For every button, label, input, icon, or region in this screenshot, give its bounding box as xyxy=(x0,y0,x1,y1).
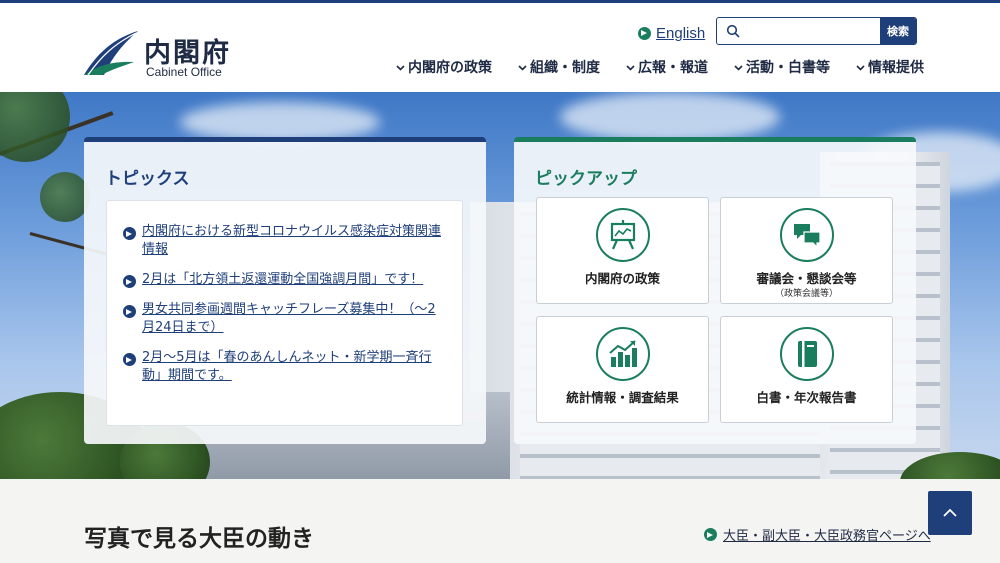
chevron-down-icon xyxy=(734,64,743,71)
bar-chart-icon xyxy=(596,327,650,381)
nav-item-information[interactable]: 情報提供 xyxy=(856,55,924,79)
nav-item-activities[interactable]: 活動・白書等 xyxy=(734,55,830,79)
pickup-panel: ピックアップ 内閣府の政策 審議会・懇談会等 （政策会議等） 統計情報・調査結果… xyxy=(514,137,916,444)
topic-link[interactable]: 2月～5月は「春のあんしんネット・新学期一斉行動」期間です。 xyxy=(142,349,446,385)
pickup-title: ピックアップ xyxy=(535,169,637,189)
global-nav: 内閣府の政策 組織・制度 広報・報道 活動・白書等 情報提供 xyxy=(396,55,924,79)
tile-label: 白書・年次報告書 xyxy=(756,390,857,405)
logo-english-text: Cabinet Office xyxy=(146,65,222,79)
cloud xyxy=(560,92,780,142)
site-search: 検索 xyxy=(716,17,917,45)
arrow-circle-icon xyxy=(123,227,136,240)
chevron-up-icon xyxy=(943,508,957,517)
topics-list: 内閣府における新型コロナウイルス感染症対策関連情報 2月は「北方領土返還運動全国… xyxy=(106,200,463,426)
topic-item[interactable]: 2月～5月は「春のあんしんネット・新学期一斉行動」期間です。 xyxy=(123,349,446,385)
nav-item-label: 活動・白書等 xyxy=(746,60,830,76)
search-button[interactable]: 検索 xyxy=(880,18,916,44)
chevron-down-icon xyxy=(396,64,405,71)
nav-item-label: 内閣府の政策 xyxy=(408,60,492,76)
chevron-down-icon xyxy=(626,64,635,71)
search-input[interactable] xyxy=(747,18,881,44)
english-link-label: English xyxy=(656,24,706,42)
tile-sublabel: （政策会議等） xyxy=(774,289,838,299)
book-icon xyxy=(780,327,834,381)
pickup-tile-policy[interactable]: 内閣府の政策 xyxy=(536,197,709,304)
back-to-top-button[interactable] xyxy=(928,491,972,535)
section-title: 写真で見る大臣の動き xyxy=(84,526,314,552)
nav-item-organization[interactable]: 組織・制度 xyxy=(518,55,600,79)
topic-link[interactable]: 2月は「北方領土返還運動全国強調月間」です！ xyxy=(142,271,423,289)
topic-link[interactable]: 内閣府における新型コロナウイルス感染症対策関連情報 xyxy=(142,223,446,259)
search-icon xyxy=(726,24,740,38)
pickup-tile-councils[interactable]: 審議会・懇談会等 （政策会議等） xyxy=(720,197,893,304)
pickup-tile-statistics[interactable]: 統計情報・調査結果 xyxy=(536,316,709,423)
tree-foliage xyxy=(40,172,90,222)
tile-label: 統計情報・調査結果 xyxy=(566,390,679,405)
topic-item[interactable]: 内閣府における新型コロナウイルス感染症対策関連情報 xyxy=(123,223,446,259)
tree-foliage xyxy=(0,92,70,162)
english-link[interactable]: English xyxy=(638,23,705,43)
arrow-circle-icon xyxy=(638,26,651,40)
minister-page-link[interactable]: 大臣・副大臣・大臣政務官ページへ xyxy=(704,525,931,544)
site-logo[interactable]: 内閣府 Cabinet Office xyxy=(82,29,242,81)
cloud xyxy=(180,102,380,142)
nav-item-policy[interactable]: 内閣府の政策 xyxy=(396,55,492,79)
chevron-down-icon xyxy=(518,64,527,71)
pickup-tile-white-papers[interactable]: 白書・年次報告書 xyxy=(720,316,893,423)
site-header: 内閣府 Cabinet Office English 検索 内閣府の政策 組織・… xyxy=(0,3,1000,92)
nav-item-label: 情報提供 xyxy=(868,60,924,76)
minister-photos-section: 写真で見る大臣の動き 大臣・副大臣・大臣政務官ページへ xyxy=(0,479,1000,563)
topics-title: トピックス xyxy=(105,169,190,189)
minister-link-label: 大臣・副大臣・大臣政務官ページへ xyxy=(723,529,931,544)
arrow-circle-icon xyxy=(123,305,136,318)
nav-item-label: 組織・制度 xyxy=(530,60,600,76)
tile-label: 内閣府の政策 xyxy=(584,271,660,286)
arrow-circle-icon xyxy=(704,528,717,541)
topic-item[interactable]: 男女共同参画週間キャッチフレーズ募集中！（～2月24日まで） xyxy=(123,301,446,337)
speech-bubbles-icon xyxy=(780,208,834,262)
arrow-circle-icon xyxy=(123,353,136,366)
presentation-board-icon xyxy=(596,208,650,262)
chevron-down-icon xyxy=(856,64,865,71)
tile-label: 審議会・懇談会等 xyxy=(756,271,857,286)
cabinet-office-emblem-icon xyxy=(84,31,138,76)
arrow-circle-icon xyxy=(123,275,136,288)
nav-item-label: 広報・報道 xyxy=(638,60,708,76)
topic-link[interactable]: 男女共同参画週間キャッチフレーズ募集中！（～2月24日まで） xyxy=(142,301,446,337)
nav-item-public-relations[interactable]: 広報・報道 xyxy=(626,55,708,79)
topics-panel: トピックス 内閣府における新型コロナウイルス感染症対策関連情報 2月は「北方領土… xyxy=(84,137,486,444)
topic-item[interactable]: 2月は「北方領土返還運動全国強調月間」です！ xyxy=(123,271,446,289)
